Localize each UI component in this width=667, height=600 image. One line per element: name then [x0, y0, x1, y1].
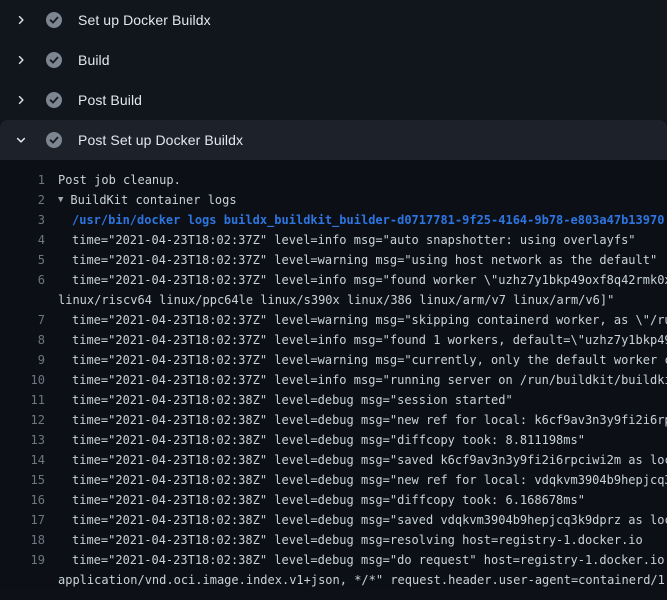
chevron-right-icon: [15, 14, 27, 26]
group-expand-icon[interactable]: ▼: [58, 190, 63, 210]
log-line: 15 time="2021-04-23T18:02:38Z" level=deb…: [0, 470, 667, 490]
log-line-text: time="2021-04-23T18:02:38Z" level=debug …: [45, 410, 667, 430]
log-line-number[interactable]: 4: [0, 230, 45, 250]
log-line: 5 time="2021-04-23T18:02:37Z" level=warn…: [0, 250, 667, 270]
log-line: 17 time="2021-04-23T18:02:38Z" level=deb…: [0, 510, 667, 530]
step-label: Build: [78, 52, 110, 68]
log-line-number[interactable]: 7: [0, 310, 45, 330]
check-circle-icon: [46, 92, 62, 108]
log-line-text: time="2021-04-23T18:02:38Z" level=debug …: [45, 390, 513, 410]
chevron-right-icon: [15, 94, 27, 106]
log-line-number[interactable]: 17: [0, 510, 45, 530]
log-line-text: time="2021-04-23T18:02:38Z" level=debug …: [45, 430, 585, 450]
step-row-set-up-docker-buildx[interactable]: Set up Docker Buildx: [0, 0, 667, 40]
log-line: 10 time="2021-04-23T18:02:37Z" level=inf…: [0, 370, 667, 390]
log-line-text: time="2021-04-23T18:02:37Z" level=warnin…: [45, 350, 667, 370]
step-label: Post Build: [78, 92, 142, 108]
log-line-text: time="2021-04-23T18:02:37Z" level=info m…: [45, 330, 667, 350]
log-line-text: time="2021-04-23T18:02:37Z" level=info m…: [45, 270, 667, 290]
log-line-text: time="2021-04-23T18:02:38Z" level=debug …: [45, 470, 667, 490]
step-row-post-set-up-docker-buildx[interactable]: Post Set up Docker Buildx: [0, 120, 667, 160]
log-line-text: Post job cleanup.: [45, 170, 181, 190]
log-line-number[interactable]: 13: [0, 430, 45, 450]
step-label: Set up Docker Buildx: [78, 12, 211, 28]
log-line-text: time="2021-04-23T18:02:37Z" level=warnin…: [45, 310, 667, 330]
workflow-log-viewer: Set up Docker Buildx Build: [0, 0, 667, 600]
log-line: 11 time="2021-04-23T18:02:38Z" level=deb…: [0, 390, 667, 410]
log-line-number[interactable]: 1: [0, 170, 45, 190]
log-line: 18 time="2021-04-23T18:02:38Z" level=deb…: [0, 530, 667, 550]
log-line-number[interactable]: [0, 570, 45, 590]
log-area: 1 Post job cleanup. 2 ▼ BuildKit containe…: [0, 160, 667, 590]
log-line: 4 time="2021-04-23T18:02:37Z" level=info…: [0, 230, 667, 250]
log-line: 3 /usr/bin/docker logs buildx_buildkit_b…: [0, 210, 667, 230]
log-line-text: time="2021-04-23T18:02:38Z" level=debug …: [45, 450, 667, 470]
chevron-icon[interactable]: [13, 52, 29, 68]
log-line: linux/riscv64 linux/ppc64le linux/s390x …: [0, 290, 667, 310]
log-line-number[interactable]: 2: [0, 190, 45, 210]
step-row-post-build[interactable]: Post Build: [0, 80, 667, 120]
log-line-text: /usr/bin/docker logs buildx_buildkit_bui…: [45, 210, 664, 230]
log-line: 2 ▼ BuildKit container logs: [0, 190, 667, 210]
log-line: 1 Post job cleanup.: [0, 170, 667, 190]
log-line-number[interactable]: 9: [0, 350, 45, 370]
log-line-text: time="2021-04-23T18:02:38Z" level=debug …: [45, 550, 667, 570]
check-circle-icon: [46, 52, 62, 68]
log-line-text: application/vnd.oci.image.index.v1+json,…: [45, 570, 667, 590]
log-line-number[interactable]: 6: [0, 270, 45, 290]
log-line: 16 time="2021-04-23T18:02:38Z" level=deb…: [0, 490, 667, 510]
chevron-icon[interactable]: [13, 92, 29, 108]
log-line-number[interactable]: 14: [0, 450, 45, 470]
log-line-number[interactable]: 15: [0, 470, 45, 490]
log-line-text: time="2021-04-23T18:02:38Z" level=debug …: [45, 490, 585, 510]
log-line-number[interactable]: 11: [0, 390, 45, 410]
log-line: 12 time="2021-04-23T18:02:38Z" level=deb…: [0, 410, 667, 430]
log-line: 7 time="2021-04-23T18:02:37Z" level=warn…: [0, 310, 667, 330]
chevron-icon[interactable]: [13, 12, 29, 28]
log-line: 13 time="2021-04-23T18:02:38Z" level=deb…: [0, 430, 667, 450]
log-line-number[interactable]: [0, 290, 45, 310]
log-line-number[interactable]: 8: [0, 330, 45, 350]
log-line: 14 time="2021-04-23T18:02:38Z" level=deb…: [0, 450, 667, 470]
log-line: 6 time="2021-04-23T18:02:37Z" level=info…: [0, 270, 667, 290]
log-line: 9 time="2021-04-23T18:02:37Z" level=warn…: [0, 350, 667, 370]
log-line-number[interactable]: 5: [0, 250, 45, 270]
log-line: 8 time="2021-04-23T18:02:37Z" level=info…: [0, 330, 667, 350]
log-line-number[interactable]: 19: [0, 550, 45, 570]
log-line-text: time="2021-04-23T18:02:37Z" level=info m…: [45, 230, 636, 250]
log-line-number[interactable]: 16: [0, 490, 45, 510]
chevron-right-icon: [15, 54, 27, 66]
chevron-down-icon: [15, 134, 27, 146]
log-line-number[interactable]: 12: [0, 410, 45, 430]
log-line-text: time="2021-04-23T18:02:38Z" level=debug …: [45, 510, 667, 530]
check-circle-icon: [46, 12, 62, 28]
log-line: 19 time="2021-04-23T18:02:38Z" level=deb…: [0, 550, 667, 570]
chevron-icon[interactable]: [13, 132, 29, 148]
check-circle-icon: [46, 132, 62, 148]
step-row-build[interactable]: Build: [0, 40, 667, 80]
step-label: Post Set up Docker Buildx: [78, 132, 243, 148]
log-line-text: linux/riscv64 linux/ppc64le linux/s390x …: [45, 290, 614, 310]
log-line-text: BuildKit container logs: [70, 190, 236, 210]
log-line-text: time="2021-04-23T18:02:38Z" level=debug …: [45, 530, 643, 550]
log-line-text: time="2021-04-23T18:02:37Z" level=info m…: [45, 370, 667, 390]
log-line-number[interactable]: 10: [0, 370, 45, 390]
log-line-number[interactable]: 3: [0, 210, 45, 230]
log-line-number[interactable]: 18: [0, 530, 45, 550]
log-line: application/vnd.oci.image.index.v1+json,…: [0, 570, 667, 590]
steps-list: Set up Docker Buildx Build: [0, 0, 667, 160]
log-line-text: time="2021-04-23T18:02:37Z" level=warnin…: [45, 250, 657, 270]
